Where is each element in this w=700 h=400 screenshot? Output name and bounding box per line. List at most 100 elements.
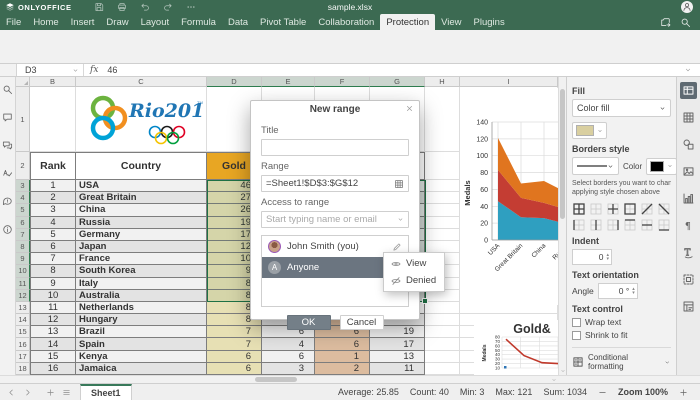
grid-cell[interactable]: Jamaica [76,363,207,375]
grid-cell[interactable]: 8 [30,265,76,277]
search-button[interactable] [2,84,13,95]
grid-cell[interactable]: 10 [30,290,76,302]
tab-layout[interactable]: Layout [135,14,176,30]
row-header-2[interactable]: 2 [16,152,30,180]
grid-cell[interactable] [425,229,460,241]
grid-cell[interactable]: Brazil [76,326,207,338]
grid-cell[interactable]: Australia [76,290,207,302]
grid-cell[interactable]: 3 [262,363,315,375]
row-header-11[interactable]: 11 [16,278,30,290]
tab-file[interactable]: File [0,14,27,30]
tab-formula[interactable]: Formula [175,14,222,30]
grid-cell[interactable]: 12 [30,314,76,326]
tab-home[interactable]: Home [27,14,64,30]
row-header-13[interactable]: 13 [16,302,30,314]
column-header-C[interactable]: C [76,77,207,87]
cell-settings-tab[interactable] [680,82,697,99]
sheet-tab-sheet1[interactable]: Sheet1 [80,384,132,400]
select-all-corner[interactable] [16,77,30,87]
row-header-4[interactable]: 4 [16,192,30,204]
row-header-15[interactable]: 15 [16,326,30,338]
ok-button[interactable]: OK [287,315,331,330]
grid-cell[interactable] [425,204,460,216]
grid-cell[interactable]: South Korea [76,265,207,277]
row-header-12[interactable]: 12 [16,290,30,302]
grid-cell[interactable]: 14 [30,338,76,350]
checkbox-shrink-to-fit[interactable]: Shrink to fit [572,330,671,340]
grid-cell[interactable]: 3 [30,204,76,216]
row-header-16[interactable]: 16 [16,338,30,350]
shape-settings-tab[interactable] [680,136,697,153]
tab-pivot-table[interactable]: Pivot Table [254,14,312,30]
range-title-input[interactable] [261,139,409,156]
text-art-settings-tab[interactable]: T [680,244,697,261]
grid-cell[interactable]: 5 [30,229,76,241]
row-header-5[interactable]: 5 [16,204,30,216]
border-line-style-select[interactable] [572,157,619,175]
hscroll-right-icon[interactable] [550,376,558,383]
column-header-D[interactable]: D [207,77,262,87]
print-button[interactable] [117,2,127,12]
grid-cell[interactable]: 6 [262,351,315,363]
grid-cell[interactable]: 16 [30,363,76,375]
tab-protection[interactable]: Protection [380,14,435,30]
grid-cell[interactable]: 1 [315,351,370,363]
border-top-button[interactable] [622,218,637,231]
feedback-button[interactable] [2,196,13,207]
column-header-B[interactable]: B [30,77,76,87]
tab-draw[interactable]: Draw [100,14,134,30]
border-inner-button[interactable] [606,202,621,215]
border-none-button[interactable] [589,202,604,215]
grid-cell[interactable]: Italy [76,278,207,290]
grid-cell[interactable]: Russia [76,217,207,229]
comments-button[interactable] [2,112,13,123]
border-inner-vertical-button[interactable] [589,218,604,231]
about-button[interactable] [2,224,13,235]
user-avatar[interactable] [681,1,693,13]
fill-color-button[interactable] [572,122,607,139]
column-header-F[interactable]: F [315,77,370,87]
column-header-H[interactable]: H [425,77,460,87]
tab-plugins[interactable]: Plugins [468,14,511,30]
edit-permission-icon[interactable] [392,242,402,252]
checkbox-wrap-text[interactable]: Wrap text [572,317,671,327]
row-header-8[interactable]: 8 [16,241,30,253]
grid-cell[interactable]: 13 [370,351,425,363]
grid-cell[interactable]: China [76,204,207,216]
tab-insert[interactable]: Insert [65,14,101,30]
add-sheet-button[interactable] [46,388,55,397]
row-header-7[interactable]: 7 [16,229,30,241]
search-button[interactable] [680,17,691,28]
border-inner-horizontal-button[interactable] [639,218,654,231]
grid-cell[interactable]: Rank [30,152,76,180]
row-header-3[interactable]: 3 [16,180,30,192]
row-header-10[interactable]: 10 [16,265,30,277]
pivot-table-settings-tab[interactable] [680,298,697,315]
formula-bar-collapse-icon[interactable] [684,66,700,74]
image-settings-tab[interactable] [680,163,697,180]
sheet-list-button[interactable] [62,388,71,397]
column-header-G[interactable]: G [370,77,425,87]
border-all-button[interactable] [572,202,587,215]
grid-cell[interactable]: Great Britain [76,192,207,204]
grid-cell[interactable]: 6 [315,338,370,350]
menu-item-denied[interactable]: Denied [384,272,444,289]
grid-cell[interactable] [425,314,460,326]
border-diag-down-button[interactable] [656,202,671,215]
table-settings-tab[interactable] [680,109,697,126]
grid-cell[interactable] [425,217,460,229]
select-range-icon[interactable] [394,179,404,189]
border-diag-up-button[interactable] [639,202,654,215]
insert-function-icon[interactable]: fx [84,65,104,75]
grid-cell[interactable]: Country [76,152,207,180]
zoom-out-button[interactable] [598,388,607,397]
medals-area-chart[interactable]: 020406080100120140MedalsUSAGreat Britain… [460,88,558,305]
grid-cell[interactable]: 11 [30,302,76,314]
cancel-button[interactable]: Cancel [340,315,384,330]
grid-cell[interactable]: USA [76,180,207,192]
row-header-9[interactable]: 9 [16,253,30,265]
grid-cell[interactable]: France [76,253,207,265]
grid-cell[interactable]: 6 [207,351,262,363]
grid-cell[interactable]: 2 [30,192,76,204]
fill-type-select[interactable]: Color fill [572,99,671,117]
